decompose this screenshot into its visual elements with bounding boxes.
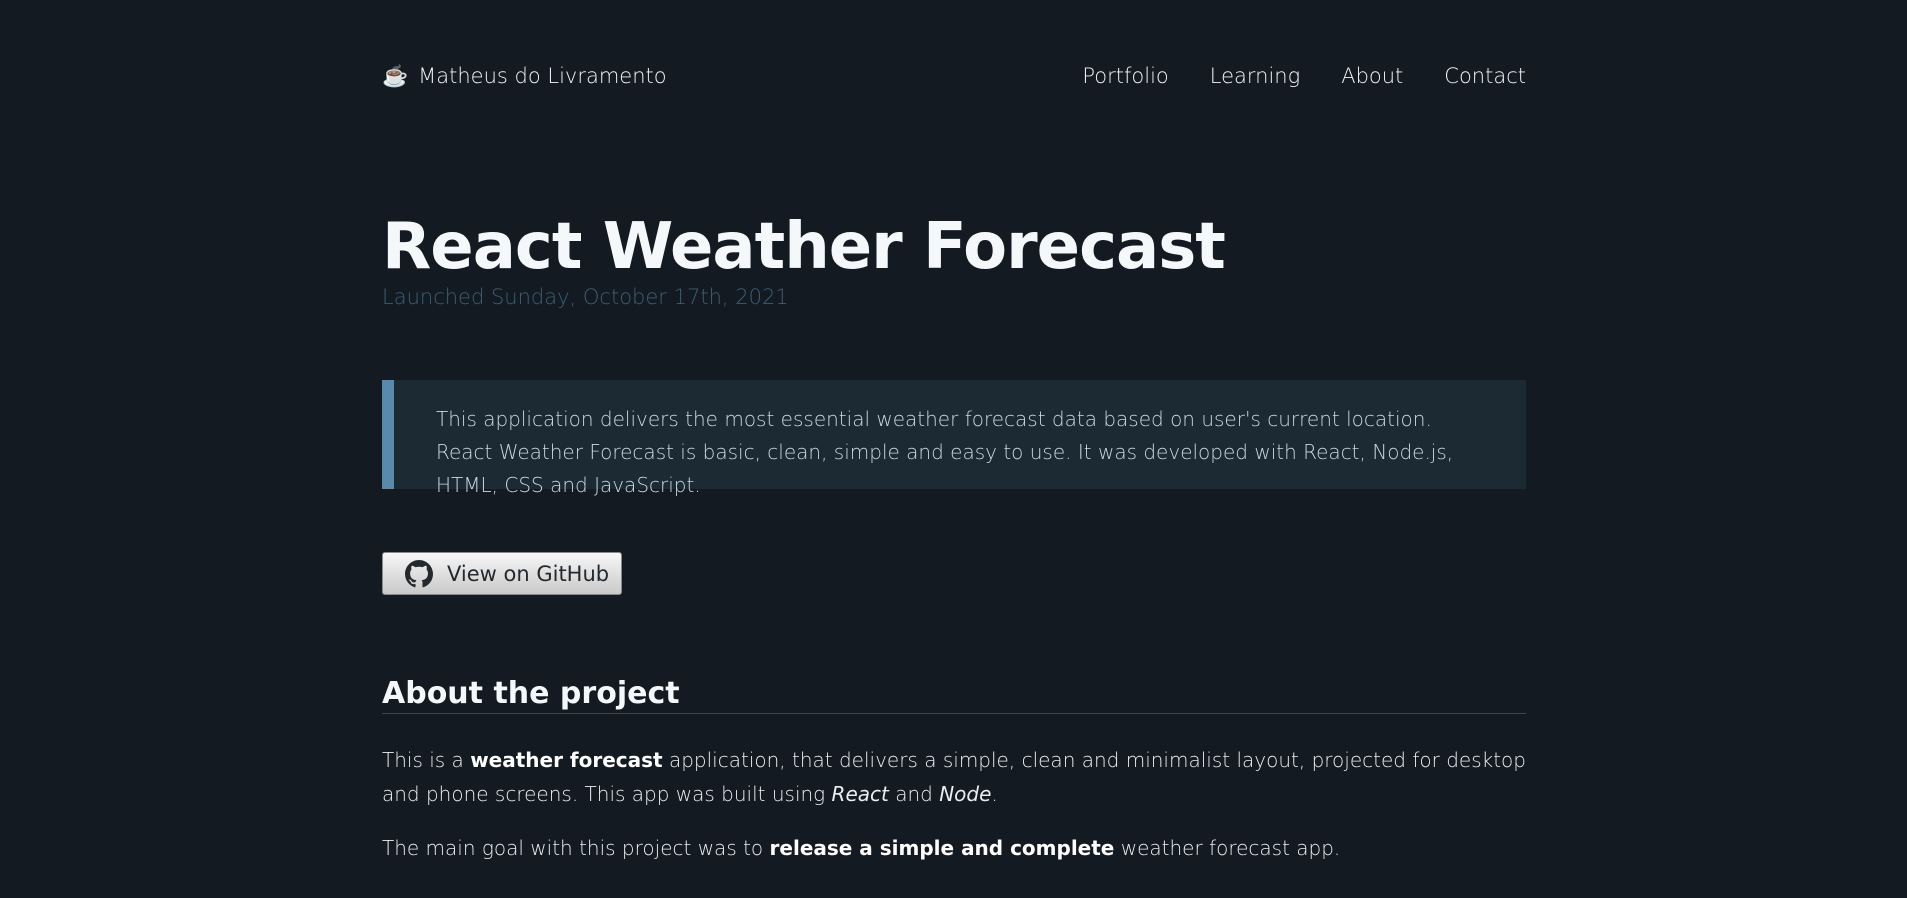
page: ☕ Matheus do Livramento Portfolio Learni… [0, 0, 1907, 898]
about-paragraph-2: The main goal with this project was to r… [382, 831, 1526, 865]
p1-bold-1: weather forecast [470, 748, 663, 772]
p2-bold-1: release a simple and complete [769, 836, 1115, 860]
summary-callout: This application delivers the most essen… [382, 380, 1526, 497]
brand-link[interactable]: ☕ Matheus do Livramento [382, 64, 667, 88]
site-header: ☕ Matheus do Livramento Portfolio Learni… [382, 60, 1526, 96]
nav-learning[interactable]: Learning [1210, 64, 1300, 88]
github-icon [405, 559, 433, 587]
p1-italic-node: Node [939, 782, 992, 806]
launch-date: Launched Sunday, October 17th, 2021 [382, 285, 789, 309]
brand-name: Matheus do Livramento [418, 64, 667, 88]
page-title: React Weather Forecast [382, 210, 1226, 284]
summary-text: This application delivers the most essen… [436, 407, 1454, 497]
nav-portfolio[interactable]: Portfolio [1082, 64, 1168, 88]
about-paragraph-1: This is a weather forecast application, … [382, 743, 1526, 811]
nav-about[interactable]: About [1341, 64, 1403, 88]
p1-italic-react: React [831, 782, 889, 806]
coffee-icon: ☕ [382, 63, 409, 88]
nav-contact[interactable]: Contact [1444, 64, 1526, 88]
p2-text-2: weather forecast app. [1114, 836, 1341, 860]
about-heading: About the project [382, 676, 1526, 714]
main-nav: Portfolio Learning About Contact [1082, 64, 1526, 88]
github-button-label: View on GitHub [447, 561, 610, 586]
p2-text-1: The main goal with this project was to [382, 836, 770, 860]
view-on-github-button[interactable]: View on GitHub [382, 552, 622, 595]
p1-text-4: . [991, 782, 998, 806]
p1-text-1: This is a [382, 748, 471, 772]
p1-text-3: and [888, 782, 940, 806]
